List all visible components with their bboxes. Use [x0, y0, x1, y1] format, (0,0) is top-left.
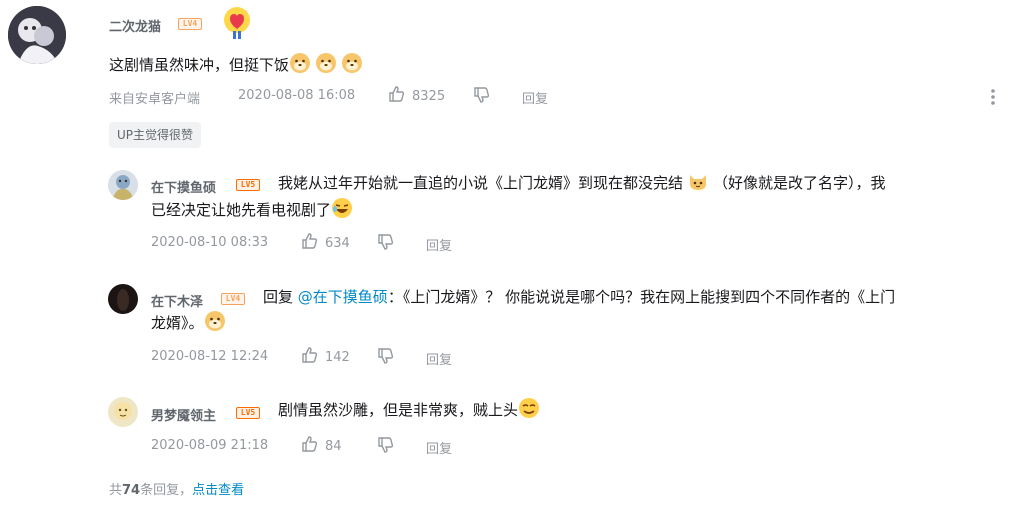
comment-source: 来自安卓客户端 [109, 92, 201, 107]
reply-count-footer: 共74条回复，点击查看 [109, 479, 244, 498]
dislike-button[interactable] [377, 436, 395, 458]
reply-text: 剧情虽然沙雕，但是非常爽，贼上头 [278, 397, 540, 427]
reply-text-line: （好像就是改了名字），我 [713, 174, 886, 192]
reply-button[interactable]: 回复 [522, 88, 548, 107]
level-badge: LV5 [236, 407, 260, 419]
reply-button[interactable]: 回复 [426, 349, 452, 368]
reply-count-suffix: 条回复， [140, 483, 193, 498]
medal-icon [222, 6, 252, 40]
doge-emoji-icon [341, 52, 363, 82]
cat-emoji-icon [687, 170, 709, 200]
username[interactable]: 二次龙猫 [109, 16, 161, 35]
like-button[interactable]: 142 [301, 346, 350, 368]
like-button[interactable]: 84 [301, 435, 342, 457]
reply-text-line: ：《上门龙婿》？ 你能说说是哪个吗？我在网上能搜到四个不同作者的《上门 [387, 288, 896, 306]
username[interactable]: 在下木泽 [151, 291, 203, 310]
doge-emoji-icon [289, 52, 311, 82]
username[interactable]: 男梦魇领主 [151, 405, 216, 424]
reply-text: 我姥从过年开始就一直追的小说《上门龙婿》到现在都没完结 （好像就是改了名字），我 [278, 170, 886, 200]
like-count: 142 [325, 349, 350, 365]
like-count: 634 [325, 235, 350, 251]
avatar[interactable] [8, 6, 66, 64]
laugh-cry-emoji-icon [331, 197, 353, 227]
level-badge: LV4 [178, 18, 202, 30]
like-count: 8325 [412, 88, 446, 104]
thumbs-up-icon [301, 435, 319, 457]
thumbs-up-icon [301, 346, 319, 368]
thumbs-down-icon [377, 347, 395, 369]
level-badge: LV5 [236, 179, 260, 191]
comment-text: 这剧情虽然味冲，但挺下饭 [109, 52, 363, 82]
thumbs-up-icon [301, 232, 319, 254]
thumbs-down-icon [377, 436, 395, 458]
username[interactable]: 在下摸鱼硕 [151, 177, 216, 196]
avatar[interactable] [108, 397, 138, 427]
reply-text-line: 已经决定让她先看电视剧了 [151, 201, 332, 219]
reply-time: 2020-08-12 12:24 [151, 349, 269, 364]
dislike-button[interactable] [377, 347, 395, 369]
level-badge: LV4 [221, 293, 245, 305]
reply-text-line: 龙婿》。 [151, 314, 204, 332]
avatar[interactable] [108, 170, 138, 200]
reply-count: 74 [122, 483, 141, 498]
thumbs-up-icon [388, 85, 406, 107]
avatar[interactable] [108, 284, 138, 314]
dislike-button[interactable] [473, 86, 491, 108]
reply-text: 龙婿》。 [151, 310, 226, 340]
thumbs-down-icon [377, 233, 395, 255]
reply-time: 2020-08-10 08:33 [151, 235, 269, 250]
reply-count-prefix: 共 [109, 483, 123, 498]
more-options-icon[interactable] [988, 88, 998, 106]
reply-prefix: 回复 [263, 288, 294, 306]
doge-emoji-icon [204, 310, 226, 340]
up-liked-tag: UP主觉得很赞 [109, 122, 202, 148]
reply-text-line: 剧情虽然沙雕，但是非常爽，贼上头 [278, 401, 519, 419]
mention-link[interactable]: @在下摸鱼硕 [298, 288, 388, 306]
reply-text: 已经决定让她先看电视剧了 [151, 197, 353, 227]
like-button[interactable]: 8325 [388, 85, 445, 107]
comment-time: 2020-08-08 16:08 [238, 88, 356, 103]
smirk-emoji-icon [518, 397, 540, 427]
doge-emoji-icon [315, 52, 337, 82]
view-all-replies-link[interactable]: 点击查看 [192, 483, 244, 498]
reply-text-line: 我姥从过年开始就一直追的小说《上门龙婿》到现在都没完结 [278, 174, 684, 192]
dislike-button[interactable] [377, 233, 395, 255]
reply-text: 回复 @在下摸鱼硕：《上门龙婿》？ 你能说说是哪个吗？我在网上能搜到四个不同作者… [263, 284, 895, 310]
reply-button[interactable]: 回复 [426, 438, 452, 457]
reply-time: 2020-08-09 21:18 [151, 438, 269, 453]
like-count: 84 [325, 438, 342, 454]
thumbs-down-icon [473, 86, 491, 108]
reply-button[interactable]: 回复 [426, 235, 452, 254]
comment-text-content: 这剧情虽然味冲，但挺下饭 [109, 56, 290, 74]
like-button[interactable]: 634 [301, 232, 350, 254]
